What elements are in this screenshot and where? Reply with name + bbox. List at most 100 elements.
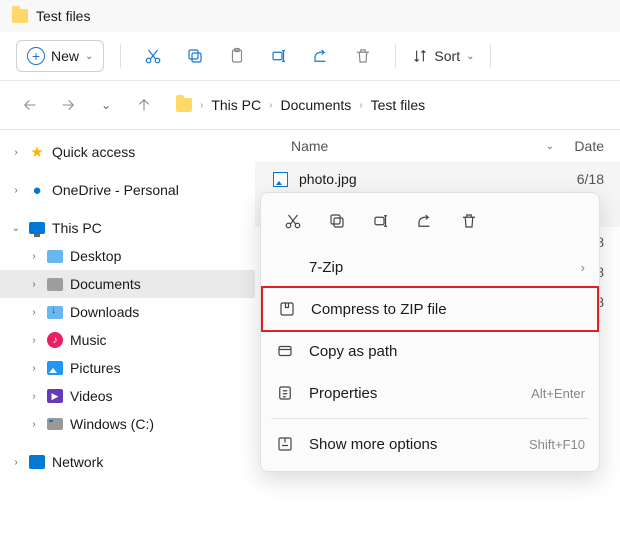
context-item-label: 7-Zip bbox=[309, 259, 567, 276]
separator bbox=[120, 44, 121, 68]
chevron-right-icon: › bbox=[581, 260, 585, 275]
tree-item-network[interactable]: › Network bbox=[0, 448, 255, 476]
context-shortcut: Shift+F10 bbox=[529, 437, 585, 452]
copy-icon[interactable] bbox=[319, 205, 355, 237]
delete-icon[interactable] bbox=[451, 205, 487, 237]
breadcrumb-item[interactable]: This PC bbox=[211, 97, 261, 113]
chevron-right-icon[interactable]: › bbox=[28, 250, 40, 262]
separator bbox=[395, 44, 396, 68]
tree-label: Documents bbox=[70, 276, 141, 292]
context-item-copy-path[interactable]: Copy as path bbox=[261, 330, 599, 372]
tree-label: Quick access bbox=[52, 144, 135, 160]
chevron-right-icon[interactable]: › bbox=[28, 306, 40, 318]
back-button[interactable] bbox=[16, 91, 44, 119]
context-item-label: Copy as path bbox=[309, 343, 585, 360]
chevron-right-icon[interactable]: › bbox=[10, 184, 22, 196]
document-icon bbox=[46, 275, 64, 293]
breadcrumb-item[interactable]: Documents bbox=[280, 97, 351, 113]
file-date: 6/18 bbox=[574, 171, 604, 187]
tree-label: OneDrive - Personal bbox=[52, 182, 179, 198]
chevron-down-icon: ⌄ bbox=[85, 51, 93, 62]
chevron-right-icon: › bbox=[200, 100, 203, 111]
separator bbox=[271, 418, 589, 419]
column-date[interactable]: Date bbox=[554, 138, 604, 154]
share-icon[interactable] bbox=[407, 205, 443, 237]
tree-label: Network bbox=[52, 454, 103, 470]
context-item-compress-zip[interactable]: Compress to ZIP file bbox=[261, 286, 599, 332]
tree-label: Music bbox=[70, 332, 107, 348]
context-item-label: Properties bbox=[309, 385, 517, 402]
chevron-right-icon[interactable]: › bbox=[10, 146, 22, 158]
plus-icon: + bbox=[27, 47, 45, 65]
tree-item-documents[interactable]: › Documents bbox=[0, 270, 255, 298]
tree-item-onedrive[interactable]: › ● OneDrive - Personal bbox=[0, 176, 255, 204]
sort-label: Sort bbox=[434, 48, 460, 64]
music-icon: ♪ bbox=[46, 331, 64, 349]
navigation-tree: › ★ Quick access › ● OneDrive - Personal… bbox=[0, 130, 255, 550]
paste-icon[interactable] bbox=[221, 40, 253, 72]
chevron-right-icon[interactable]: › bbox=[28, 334, 40, 346]
delete-icon[interactable] bbox=[347, 40, 379, 72]
sort-button[interactable]: Sort ⌄ bbox=[412, 40, 474, 72]
chevron-right-icon[interactable]: › bbox=[28, 278, 40, 290]
drive-icon bbox=[46, 415, 64, 433]
new-button[interactable]: + New ⌄ bbox=[16, 40, 104, 72]
tree-item-windows-c[interactable]: › Windows (C:) bbox=[0, 410, 255, 438]
column-headers: Name ⌄ Date bbox=[255, 130, 620, 163]
breadcrumb-item[interactable]: Test files bbox=[371, 97, 425, 113]
chevron-down-icon: ⌄ bbox=[466, 51, 474, 62]
forward-button[interactable] bbox=[54, 91, 82, 119]
chevron-down-icon: ⌄ bbox=[546, 141, 554, 152]
tree-item-music[interactable]: › ♪ Music bbox=[0, 326, 255, 354]
network-icon bbox=[28, 453, 46, 471]
context-quick-actions bbox=[261, 199, 599, 247]
new-label: New bbox=[51, 48, 79, 64]
copy-icon[interactable] bbox=[179, 40, 211, 72]
zip-icon bbox=[277, 300, 297, 318]
tree-label: Downloads bbox=[70, 304, 139, 320]
rename-icon[interactable] bbox=[363, 205, 399, 237]
image-file-icon bbox=[271, 170, 289, 188]
column-name[interactable]: Name ⌄ bbox=[271, 138, 554, 154]
tree-item-quick-access[interactable]: › ★ Quick access bbox=[0, 138, 255, 166]
tree-item-videos[interactable]: › ▶ Videos bbox=[0, 382, 255, 410]
folder-icon bbox=[176, 98, 192, 112]
command-bar: + New ⌄ Sort ⌄ bbox=[0, 32, 620, 81]
window-titlebar: Test files bbox=[0, 0, 620, 32]
breadcrumb[interactable]: › This PC › Documents › Test files bbox=[168, 93, 604, 117]
up-button[interactable] bbox=[130, 91, 158, 119]
context-item-7zip[interactable]: 7-Zip › bbox=[261, 247, 599, 288]
tree-item-pictures[interactable]: › Pictures bbox=[0, 354, 255, 382]
tree-label: Windows (C:) bbox=[70, 416, 154, 432]
context-item-more-options[interactable]: Show more options Shift+F10 bbox=[261, 423, 599, 465]
recent-button[interactable]: ⌄ bbox=[92, 91, 120, 119]
separator bbox=[490, 44, 491, 68]
tree-item-downloads[interactable]: › Downloads bbox=[0, 298, 255, 326]
context-item-properties[interactable]: Properties Alt+Enter bbox=[261, 372, 599, 414]
properties-icon bbox=[275, 384, 295, 402]
context-menu: 7-Zip › Compress to ZIP file Copy as pat… bbox=[260, 192, 600, 472]
chevron-down-icon[interactable]: ⌄ bbox=[10, 222, 22, 234]
chevron-right-icon: › bbox=[359, 100, 362, 111]
cut-icon[interactable] bbox=[275, 205, 311, 237]
tree-item-desktop[interactable]: › Desktop bbox=[0, 242, 255, 270]
cut-icon[interactable] bbox=[137, 40, 169, 72]
tree-label: Desktop bbox=[70, 248, 121, 264]
file-name: photo.jpg bbox=[299, 171, 564, 187]
cloud-icon: ● bbox=[28, 181, 46, 199]
chevron-right-icon[interactable]: › bbox=[10, 456, 22, 468]
context-item-label: Show more options bbox=[309, 436, 515, 453]
file-list-pane: Name ⌄ Date photo.jpg 6/18 18 18 18 bbox=[255, 130, 620, 550]
picture-icon bbox=[46, 359, 64, 377]
chevron-right-icon[interactable]: › bbox=[28, 418, 40, 430]
share-icon[interactable] bbox=[305, 40, 337, 72]
video-icon: ▶ bbox=[46, 387, 64, 405]
chevron-right-icon[interactable]: › bbox=[28, 362, 40, 374]
folder-icon bbox=[46, 247, 64, 265]
path-icon bbox=[275, 342, 295, 360]
chevron-right-icon[interactable]: › bbox=[28, 390, 40, 402]
rename-icon[interactable] bbox=[263, 40, 295, 72]
file-row[interactable]: photo.jpg 6/18 bbox=[255, 163, 620, 195]
tree-label: Videos bbox=[70, 388, 113, 404]
tree-item-this-pc[interactable]: ⌄ This PC bbox=[0, 214, 255, 242]
